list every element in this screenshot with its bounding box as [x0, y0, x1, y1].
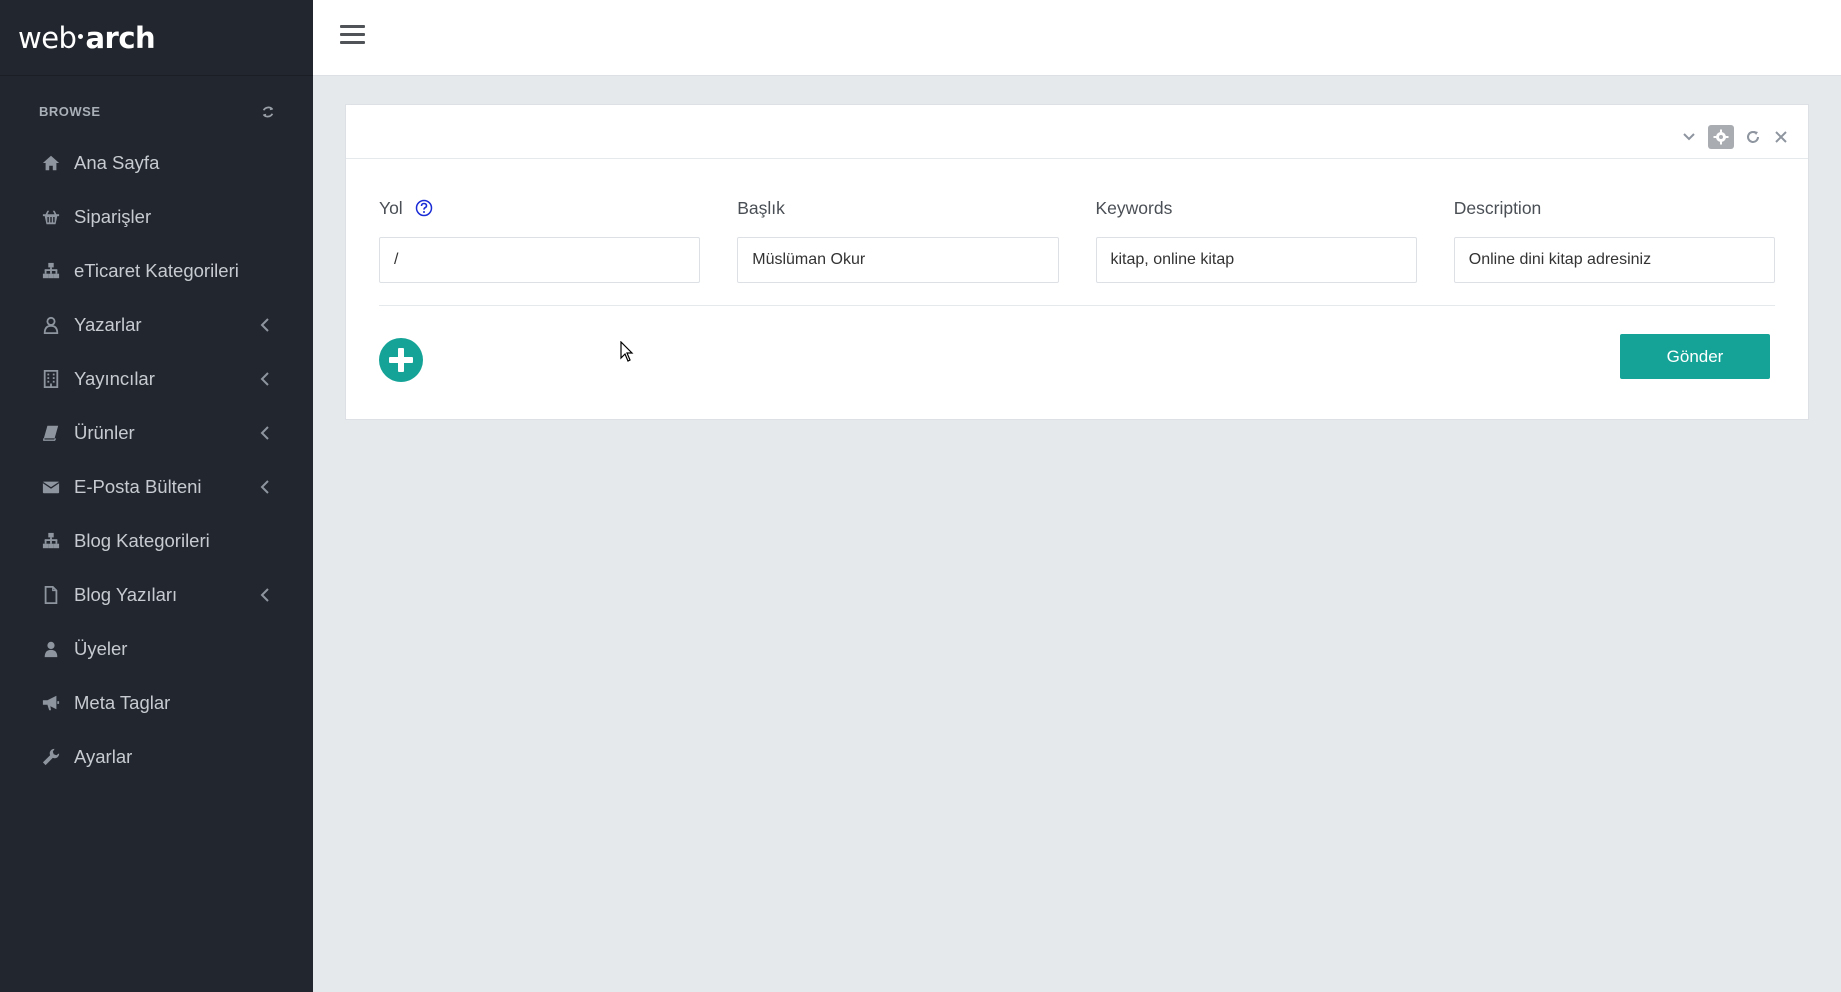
sidebar-item-blog-yazilari[interactable]: Blog Yazıları	[0, 568, 313, 622]
sidebar-item-urunler[interactable]: Ürünler	[0, 406, 313, 460]
mouse-cursor-icon	[620, 341, 634, 362]
logo-bar: web arch	[0, 0, 313, 76]
add-row-button[interactable]	[379, 338, 423, 382]
field-label: Başlık	[737, 195, 1058, 221]
sidebar-item-label: Yayıncılar	[74, 368, 155, 389]
sidebar-menu: Ana Sayfa Siparişler eTicaret Kategorile…	[0, 136, 313, 784]
book-icon	[41, 423, 61, 443]
logo[interactable]: web arch	[18, 20, 156, 55]
baslik-input[interactable]	[737, 237, 1059, 283]
panel-tools	[1680, 125, 1790, 149]
sidebar-item-label: E-Posta Bülteni	[74, 476, 202, 497]
sidebar-item-label: Blog Kategorileri	[74, 530, 210, 551]
form-divider	[379, 305, 1775, 306]
browse-label: BROWSE	[39, 104, 101, 119]
keywords-input[interactable]	[1095, 237, 1417, 283]
sidebar-item-uyeler[interactable]: Üyeler	[0, 622, 313, 676]
top-bar	[313, 0, 1841, 76]
sidebar-item-label: Blog Yazıları	[74, 584, 178, 605]
field-keywords: Keywords	[1095, 195, 1417, 283]
collapse-icon[interactable]	[1680, 128, 1698, 146]
field-yol: Yol	[379, 195, 701, 283]
sidebar-item-label: Yazarlar	[74, 314, 142, 335]
sidebar-item-yazarlar[interactable]: Yazarlar	[0, 298, 313, 352]
sidebar-item-label: Ayarlar	[74, 746, 133, 767]
panel-header	[346, 105, 1808, 159]
yol-input[interactable]	[379, 237, 701, 283]
field-label: Keywords	[1096, 195, 1417, 221]
home-icon	[41, 153, 61, 173]
sidebar-item-label: eTicaret Kategorileri	[74, 260, 239, 281]
sitemap-icon	[41, 261, 61, 281]
logo-text-right: arch	[85, 20, 156, 55]
sidebar-item-meta-taglar[interactable]: Meta Taglar	[0, 676, 313, 730]
meta-form-panel: Yol Başlık Keywords Description Gönder	[345, 104, 1809, 420]
field-baslik: Başlık	[737, 195, 1059, 283]
field-label-text: Description	[1453, 197, 1542, 218]
help-icon[interactable]	[415, 199, 433, 217]
sidebar-item-label: Üyeler	[74, 638, 128, 659]
chevron-left-icon	[260, 426, 269, 440]
sidebar-item-label: Ana Sayfa	[74, 152, 160, 173]
sidebar-item-blog-kategorileri[interactable]: Blog Kategorileri	[0, 514, 313, 568]
sidebar-item-label: Siparişler	[74, 206, 152, 227]
building-icon	[41, 369, 61, 389]
field-description: Description	[1453, 195, 1775, 283]
refresh-icon[interactable]	[261, 105, 275, 119]
browse-header: BROWSE	[39, 104, 275, 119]
submit-button[interactable]: Gönder	[1620, 334, 1770, 379]
sidebar-item-e-posta-bulteni[interactable]: E-Posta Bülteni	[0, 460, 313, 514]
field-label: Description	[1454, 195, 1775, 221]
sitemap-icon	[41, 531, 61, 551]
close-icon[interactable]	[1772, 128, 1790, 146]
sidebar-item-label: Ürünler	[74, 422, 135, 443]
chevron-left-icon	[260, 588, 269, 602]
wrench-icon	[41, 747, 61, 767]
chevron-left-icon	[260, 372, 269, 386]
field-label: Yol	[379, 195, 700, 221]
logo-text-left: web	[18, 20, 77, 55]
field-label-text: Keywords	[1095, 197, 1173, 218]
sidebar-item-eticaret-kategorileri[interactable]: eTicaret Kategorileri	[0, 244, 313, 298]
description-input[interactable]	[1453, 237, 1775, 283]
sidebar-item-ayarlar[interactable]: Ayarlar	[0, 730, 313, 784]
field-label-text: Başlık	[737, 197, 785, 218]
bullhorn-icon	[41, 693, 61, 713]
chevron-left-icon	[260, 318, 269, 332]
form-fields: Yol Başlık Keywords Description	[379, 195, 1775, 283]
user-outline-icon	[41, 315, 61, 335]
logo-dot	[78, 33, 84, 39]
chevron-left-icon	[260, 480, 269, 494]
sidebar: web arch BROWSE Ana Sayfa Siparişler eTic…	[0, 0, 313, 992]
file-icon	[41, 585, 61, 605]
field-label-text: Yol	[379, 197, 403, 218]
gear-icon[interactable]	[1708, 125, 1734, 149]
sidebar-item-yayincilar[interactable]: Yayıncılar	[0, 352, 313, 406]
user-icon	[41, 639, 61, 659]
sidebar-item-ana-sayfa[interactable]: Ana Sayfa	[0, 136, 313, 190]
sidebar-item-label: Meta Taglar	[74, 692, 171, 713]
sidebar-item-siparisler[interactable]: Siparişler	[0, 190, 313, 244]
basket-icon	[41, 207, 61, 227]
reload-icon[interactable]	[1744, 128, 1762, 146]
envelope-icon	[41, 477, 61, 497]
menu-toggle-icon[interactable]	[340, 25, 365, 47]
